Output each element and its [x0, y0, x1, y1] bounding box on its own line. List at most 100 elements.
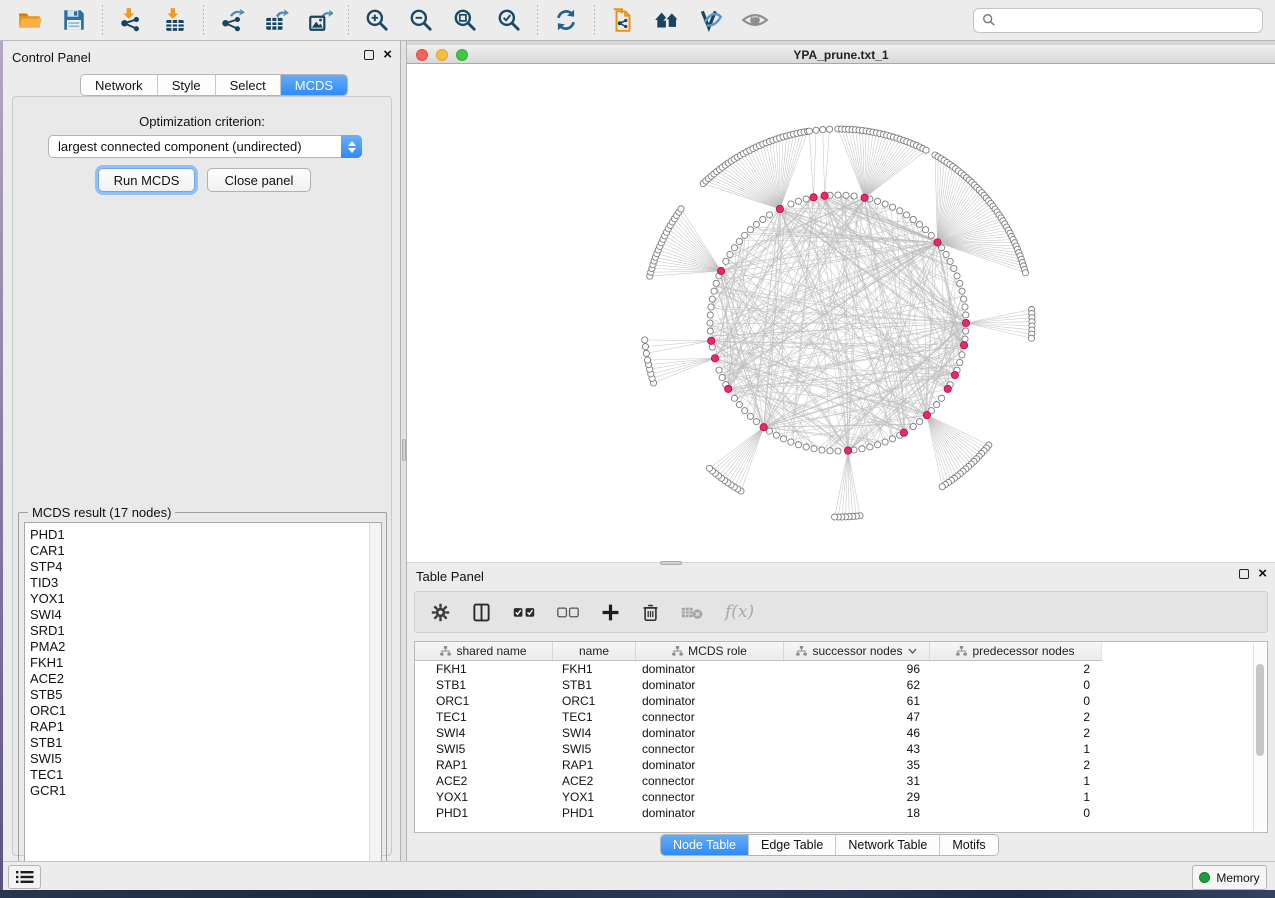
- result-list-scrollbar[interactable]: [369, 523, 381, 876]
- eye-icon[interactable]: [740, 5, 770, 35]
- deselect-all-checkboxes-icon[interactable]: [557, 605, 579, 619]
- table-cell[interactable]: connector: [636, 742, 784, 756]
- graph-node[interactable]: [727, 251, 733, 257]
- graph-hub-node[interactable]: [923, 411, 930, 418]
- graph-node[interactable]: [859, 446, 865, 452]
- result-list-item[interactable]: GCR1: [30, 783, 381, 799]
- close-panel-icon[interactable]: ×: [383, 50, 392, 60]
- table-cell[interactable]: dominator: [636, 678, 784, 692]
- graph-node[interactable]: [835, 192, 841, 198]
- result-list-item[interactable]: RAP1: [30, 719, 381, 735]
- graph-node[interactable]: [882, 439, 888, 445]
- table-row[interactable]: PHD1PHD1dominator180: [415, 805, 1255, 821]
- table-row[interactable]: FKH1FKH1dominator962: [415, 661, 1255, 677]
- graph-node[interactable]: [707, 312, 713, 318]
- select-all-checkboxes-icon[interactable]: [513, 605, 535, 619]
- graph-hub-node[interactable]: [725, 385, 732, 392]
- tab-mcds[interactable]: MCDS: [281, 75, 347, 95]
- graph-node[interactable]: [923, 147, 929, 153]
- graph-node[interactable]: [1028, 335, 1034, 341]
- table-cell[interactable]: 2: [930, 662, 1102, 676]
- zoom-in-icon[interactable]: [362, 5, 392, 35]
- import-table-icon[interactable]: [160, 5, 190, 35]
- graph-node[interactable]: [916, 419, 922, 425]
- zoom-fit-icon[interactable]: [450, 5, 480, 35]
- graph-node[interactable]: [962, 304, 968, 310]
- graph-node[interactable]: [766, 212, 772, 218]
- graph-node[interactable]: [843, 192, 849, 198]
- graph-node[interactable]: [951, 265, 957, 271]
- table-cell[interactable]: ACE2: [553, 774, 636, 788]
- graph-node[interactable]: [780, 436, 786, 442]
- table-cell[interactable]: 61: [784, 694, 930, 708]
- graph-node[interactable]: [903, 212, 909, 218]
- network-window-titlebar[interactable]: YPA_prune.txt_1: [407, 45, 1275, 64]
- graph-node[interactable]: [957, 359, 963, 365]
- graph-hub-node[interactable]: [844, 447, 851, 454]
- graphics-details-icon[interactable]: [696, 5, 726, 35]
- network-graph[interactable]: [407, 64, 1275, 562]
- table-cell[interactable]: PHD1: [553, 806, 636, 820]
- table-cell[interactable]: PHD1: [415, 806, 553, 820]
- graph-node[interactable]: [813, 127, 819, 133]
- table-cell[interactable]: TEC1: [415, 710, 553, 724]
- graph-node[interactable]: [708, 304, 714, 310]
- table-cell[interactable]: YOX1: [415, 790, 553, 804]
- export-table-icon[interactable]: [261, 5, 291, 35]
- table-cell[interactable]: 35: [784, 758, 930, 772]
- table-cell[interactable]: 1: [930, 742, 1102, 756]
- graph-node[interactable]: [947, 258, 953, 264]
- graph-node[interactable]: [806, 128, 812, 134]
- table-cell[interactable]: TEC1: [553, 710, 636, 724]
- graph-node[interactable]: [826, 126, 832, 132]
- tab-select[interactable]: Select: [216, 75, 281, 95]
- column-header-mcds-role[interactable]: MCDS role: [636, 642, 784, 660]
- tab-style[interactable]: Style: [158, 75, 216, 95]
- graph-node[interactable]: [874, 442, 880, 448]
- graph-node[interactable]: [889, 204, 895, 210]
- graph-node[interactable]: [923, 227, 929, 233]
- column-header-predecessor-nodes[interactable]: predecessor nodes: [930, 642, 1102, 660]
- table-row[interactable]: TEC1TEC1connector472: [415, 709, 1255, 725]
- graph-node[interactable]: [811, 446, 817, 452]
- horizontal-splitter-grip[interactable]: [660, 561, 682, 565]
- table-cell[interactable]: SWI5: [553, 742, 636, 756]
- graph-node[interactable]: [713, 280, 719, 286]
- graph-node[interactable]: [867, 444, 873, 450]
- graph-node[interactable]: [803, 444, 809, 450]
- graph-node[interactable]: [736, 401, 742, 407]
- memory-button[interactable]: Memory: [1192, 865, 1267, 890]
- table-cell[interactable]: connector: [636, 774, 784, 788]
- graph-node[interactable]: [832, 514, 838, 520]
- graph-node[interactable]: [731, 395, 737, 401]
- search-input[interactable]: [1002, 13, 1254, 27]
- graph-node[interactable]: [963, 312, 969, 318]
- tab-network[interactable]: Network: [81, 75, 158, 95]
- graph-node[interactable]: [643, 350, 649, 356]
- table-cell[interactable]: 62: [784, 678, 930, 692]
- table-cell[interactable]: dominator: [636, 694, 784, 708]
- graph-node[interactable]: [959, 352, 965, 358]
- table-cell[interactable]: 0: [930, 806, 1102, 820]
- column-header-shared-name[interactable]: shared name: [415, 642, 553, 660]
- graph-node[interactable]: [736, 238, 742, 244]
- table-cell[interactable]: 96: [784, 662, 930, 676]
- table-cell[interactable]: SWI4: [553, 726, 636, 740]
- result-list-item[interactable]: SRD1: [30, 623, 381, 639]
- graph-node[interactable]: [788, 439, 794, 445]
- table-row[interactable]: ORC1ORC1dominator610: [415, 693, 1255, 709]
- graph-node[interactable]: [1022, 270, 1028, 276]
- column-header-name[interactable]: name: [553, 642, 636, 660]
- graph-node[interactable]: [959, 288, 965, 294]
- graph-node[interactable]: [874, 198, 880, 204]
- table-cell[interactable]: 2: [930, 710, 1102, 724]
- graph-hub-node[interactable]: [711, 355, 718, 362]
- result-list-item[interactable]: CAR1: [30, 543, 381, 559]
- graph-node[interactable]: [644, 357, 650, 363]
- table-cell[interactable]: 2: [930, 758, 1102, 772]
- result-list-item[interactable]: PMA2: [30, 639, 381, 655]
- graph-node[interactable]: [788, 201, 794, 207]
- table-cell[interactable]: 18: [784, 806, 930, 820]
- table-scrollbar[interactable]: [1253, 643, 1266, 831]
- graph-node[interactable]: [678, 206, 684, 212]
